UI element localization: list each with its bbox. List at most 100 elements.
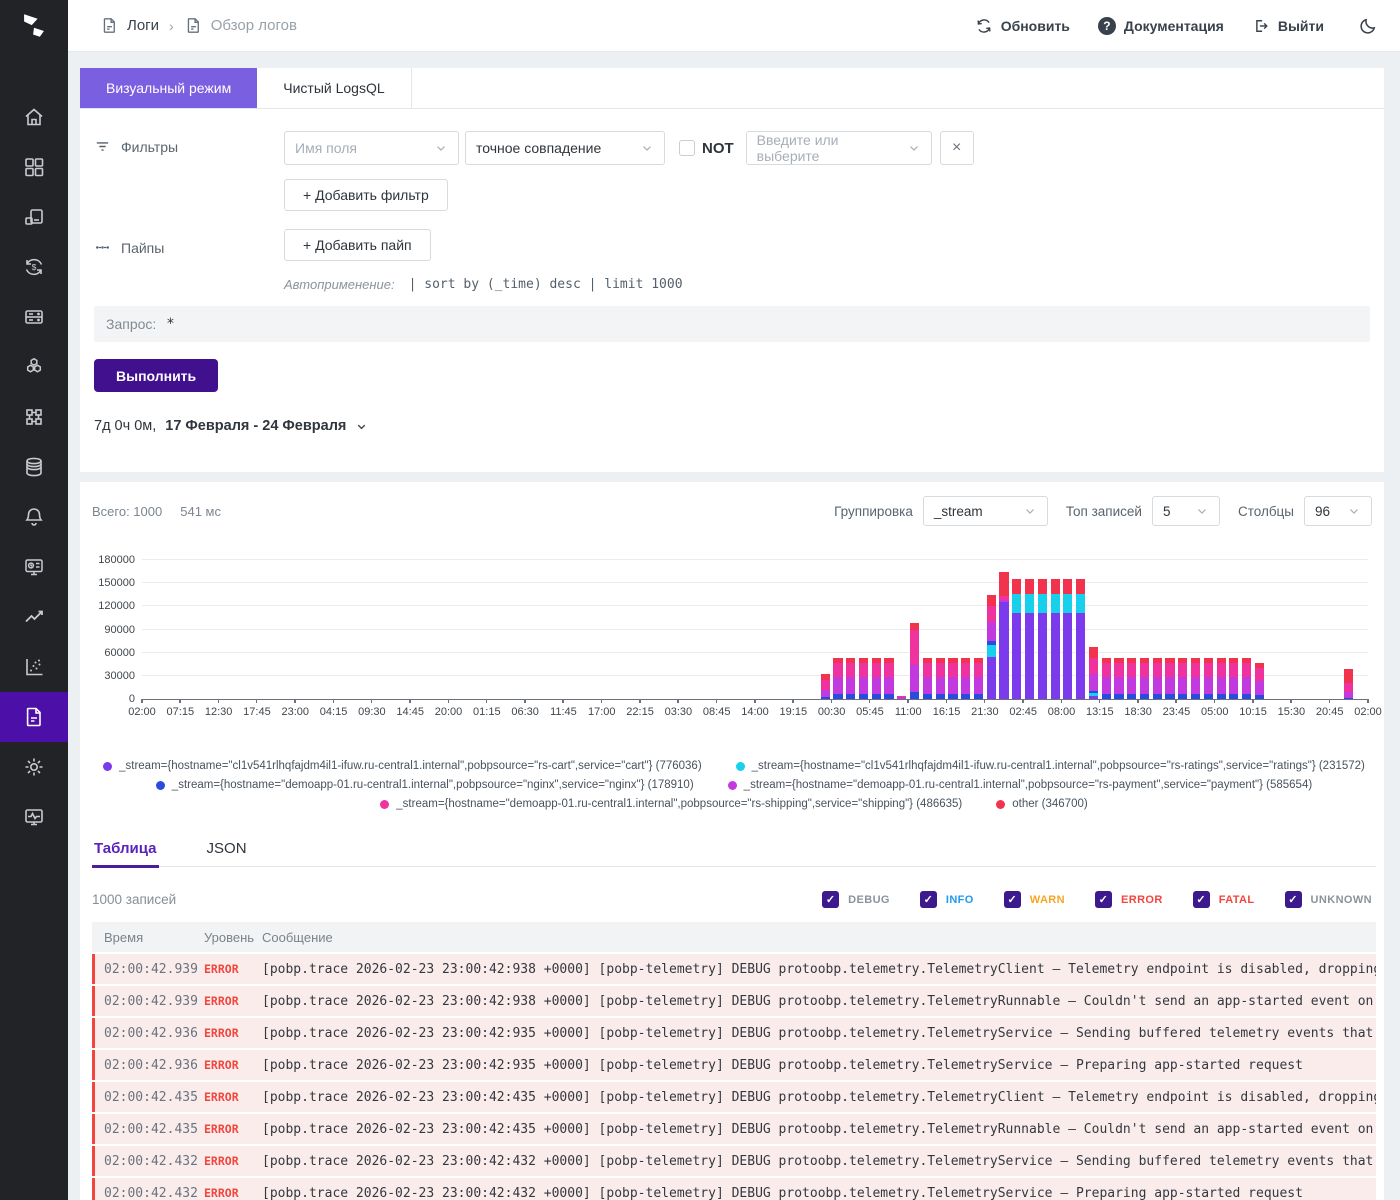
table-row[interactable]: 02:00:42.936ERROR[pobp.trace 2026-02-23 … — [92, 1050, 1376, 1080]
sidebar-item-servers[interactable] — [0, 292, 68, 342]
sidebar-item-settings[interactable] — [0, 742, 68, 792]
run-query-button[interactable]: Выполнить — [94, 359, 218, 392]
histogram-bar[interactable] — [1063, 560, 1072, 699]
sidebar-item-trends[interactable] — [0, 592, 68, 642]
histogram-bar[interactable] — [1242, 560, 1251, 699]
table-row[interactable]: 02:00:42.435ERROR[pobp.trace 2026-02-23 … — [92, 1082, 1376, 1112]
legend-item[interactable]: _stream={hostname="cl1v541rlhqfajdm4il1-… — [103, 760, 702, 772]
table-row[interactable]: 02:00:42.939ERROR[pobp.trace 2026-02-23 … — [92, 954, 1376, 984]
sidebar-item-monitoring-hub[interactable] — [0, 542, 68, 592]
breadcrumb-logs-overview[interactable]: Обзор логов — [184, 16, 297, 35]
time-range-picker[interactable]: 7д 0ч 0м, 17 Февраля - 24 Февраля — [94, 418, 1370, 448]
tab-pure-logsql[interactable]: Чистый LogsQL — [257, 68, 411, 108]
histogram-bar[interactable] — [1191, 560, 1200, 699]
sidebar-item-database[interactable] — [0, 442, 68, 492]
histogram-bar[interactable] — [948, 560, 957, 699]
level-filter-fatal[interactable]: ✓FATAL — [1193, 891, 1255, 908]
histogram-bar[interactable] — [859, 560, 868, 699]
checkbox-checked-icon[interactable]: ✓ — [920, 891, 937, 908]
top-records-select[interactable]: 5 — [1152, 496, 1220, 526]
histogram-bar[interactable] — [1229, 560, 1238, 699]
level-filter-error[interactable]: ✓ERROR — [1095, 891, 1163, 908]
sidebar-item-scatter[interactable] — [0, 642, 68, 692]
histogram-bar[interactable] — [910, 560, 919, 699]
filter-value-select[interactable]: Введите или выберите — [746, 131, 932, 165]
histogram-bar[interactable] — [1127, 560, 1136, 699]
histogram-bar[interactable] — [884, 560, 893, 699]
sidebar-item-notifications[interactable] — [0, 492, 68, 542]
histogram-bar[interactable] — [897, 560, 906, 699]
docs-button[interactable]: ? Документация — [1098, 17, 1224, 35]
histogram-bar[interactable] — [1153, 560, 1162, 699]
histogram-bar[interactable] — [872, 560, 881, 699]
tab-table[interactable]: Таблица — [92, 830, 179, 866]
table-row[interactable]: 02:00:42.435ERROR[pobp.trace 2026-02-23 … — [92, 1114, 1376, 1144]
histogram-bar[interactable] — [1089, 560, 1098, 699]
histogram-bar[interactable] — [1025, 560, 1034, 699]
legend-item[interactable]: _stream={hostname="cl1v541rlhqfajdm4il1-… — [736, 760, 1365, 772]
histogram-bar[interactable] — [1114, 560, 1123, 699]
histogram-bar[interactable] — [1255, 560, 1264, 699]
app-logo[interactable] — [0, 0, 68, 52]
level-filter-warn[interactable]: ✓WARN — [1004, 891, 1065, 908]
sidebar-item-services[interactable] — [0, 392, 68, 442]
legend-item[interactable]: _stream={hostname="demoapp-01.ru-central… — [728, 779, 1313, 791]
histogram-bar[interactable] — [846, 560, 855, 699]
histogram-bar[interactable] — [1178, 560, 1187, 699]
histogram-bar[interactable] — [1076, 560, 1085, 699]
not-toggle[interactable]: NOT — [679, 140, 734, 157]
level-filter-info[interactable]: ✓INFO — [920, 891, 974, 908]
logout-button[interactable]: Выйти — [1252, 17, 1324, 35]
table-row[interactable]: 02:00:42.936ERROR[pobp.trace 2026-02-23 … — [92, 1018, 1376, 1048]
sidebar-item-devices[interactable] — [0, 192, 68, 242]
sidebar-item-home[interactable] — [0, 92, 68, 142]
table-row[interactable]: 02:00:42.432ERROR[pobp.trace 2026-02-23 … — [92, 1146, 1376, 1176]
refresh-button[interactable]: Обновить — [975, 17, 1070, 35]
sidebar-item-billing[interactable]: $ — [0, 242, 68, 292]
tab-json[interactable]: JSON — [205, 830, 269, 866]
histogram-bar[interactable] — [974, 560, 983, 699]
checkbox-checked-icon[interactable]: ✓ — [1285, 891, 1302, 908]
histogram-bar[interactable] — [1140, 560, 1149, 699]
checkbox-checked-icon[interactable]: ✓ — [1095, 891, 1112, 908]
legend-item[interactable]: _stream={hostname="demoapp-01.ru-central… — [380, 798, 962, 810]
legend-item[interactable]: _stream={hostname="demoapp-01.ru-central… — [156, 779, 694, 791]
grouping-select[interactable]: _stream — [923, 496, 1048, 526]
add-pipe-button[interactable]: + Добавить пайп — [284, 229, 431, 261]
filter-match-select[interactable]: точное совпадение — [465, 131, 665, 165]
histogram-bar[interactable] — [1217, 560, 1226, 699]
histogram-bar[interactable] — [999, 560, 1008, 699]
histogram-bar[interactable] — [833, 560, 842, 699]
histogram-bar[interactable] — [1204, 560, 1213, 699]
level-filter-unknown[interactable]: ✓UNKNOWN — [1285, 891, 1372, 908]
checkbox-checked-icon[interactable]: ✓ — [1004, 891, 1021, 908]
add-filter-button[interactable]: + Добавить фильтр — [284, 179, 448, 211]
sidebar-item-logs[interactable] — [0, 692, 68, 742]
not-checkbox[interactable] — [679, 140, 695, 156]
table-row[interactable]: 02:00:42.432ERROR[pobp.trace 2026-02-23 … — [92, 1178, 1376, 1200]
checkbox-checked-icon[interactable]: ✓ — [1193, 891, 1210, 908]
histogram-bar[interactable] — [1038, 560, 1047, 699]
histogram-bar[interactable] — [821, 560, 830, 699]
remove-filter-button[interactable]: × — [940, 131, 974, 165]
filter-field-select[interactable]: Имя поля — [284, 131, 459, 165]
tab-visual-mode[interactable]: Визуальный режим — [80, 68, 257, 108]
histogram-bar[interactable] — [923, 560, 932, 699]
checkbox-checked-icon[interactable]: ✓ — [822, 891, 839, 908]
legend-item[interactable]: other (346700) — [996, 798, 1087, 810]
table-row[interactable]: 02:00:42.939ERROR[pobp.trace 2026-02-23 … — [92, 986, 1376, 1016]
columns-select[interactable]: 96 — [1304, 496, 1372, 526]
histogram-bar[interactable] — [961, 560, 970, 699]
theme-toggle[interactable] — [1358, 16, 1378, 36]
sidebar-item-dashboard[interactable] — [0, 142, 68, 192]
level-filter-debug[interactable]: ✓DEBUG — [822, 891, 890, 908]
histogram-bar[interactable] — [987, 560, 996, 699]
histogram-bar[interactable] — [1012, 560, 1021, 699]
sidebar-item-monitor-pulse[interactable] — [0, 792, 68, 842]
histogram-bar[interactable] — [936, 560, 945, 699]
sidebar-item-cluster[interactable] — [0, 342, 68, 392]
histogram-bar[interactable] — [1165, 560, 1174, 699]
histogram-bar[interactable] — [1102, 560, 1111, 699]
histogram-bar[interactable] — [1051, 560, 1060, 699]
breadcrumb-logs[interactable]: Логи — [100, 16, 159, 35]
